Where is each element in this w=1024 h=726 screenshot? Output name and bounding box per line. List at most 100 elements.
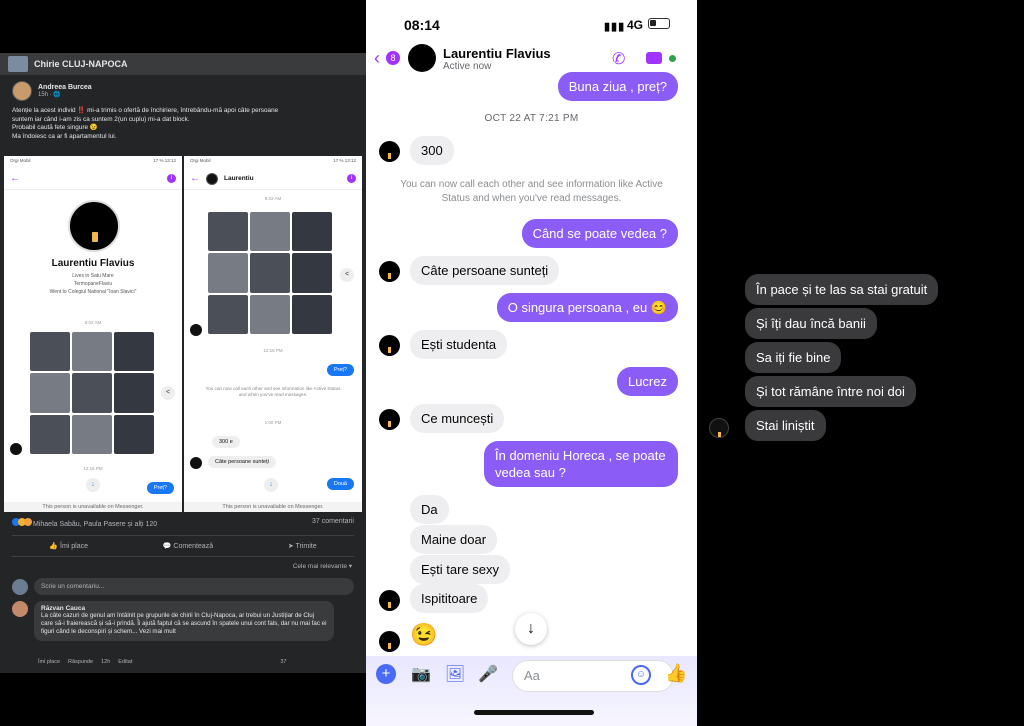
comment-meta: Îmi place Răspunde 12h Editat 37 [38, 659, 286, 665]
battery-icon [648, 18, 670, 29]
sender-avatar [10, 443, 22, 455]
plus-icon[interactable]: + [376, 664, 398, 686]
comment-button[interactable]: 💬 Comentează [163, 542, 213, 550]
message-in[interactable]: Ispititoare [410, 584, 489, 613]
home-indicator [474, 710, 594, 715]
comments-count[interactable]: 37 comentarii [312, 518, 354, 528]
share-icon[interactable]: < [161, 386, 175, 400]
post-actions: 👍 Îmi place 💬 Comentează ➤ Trimite [12, 535, 354, 557]
facebook-post-panel: Chirie CLUJ-NAPOCA Andreea Burcea 15h · … [0, 53, 366, 673]
date-separator: OCT 22 AT 7:21 PM [484, 113, 579, 124]
reactions-row: Mihaela Sabău, Paula Pasere și alți 120 … [12, 518, 354, 528]
share-button[interactable]: ➤ Trimite [288, 542, 317, 550]
sender-avatar[interactable] [379, 335, 400, 356]
message-out[interactable]: Când se poate vedea ? [521, 219, 678, 248]
chat-bar: ← Laurentiu i [184, 168, 362, 190]
camera-icon[interactable]: 📷 [410, 664, 432, 686]
dark-message[interactable]: Și îți dau încă banii [745, 308, 877, 339]
back-arrow-icon: ← [10, 173, 20, 184]
sender-avatar[interactable] [379, 141, 400, 162]
status-bar: Orgi Mobil 17 % 13:12 [10, 158, 176, 163]
scroll-down-icon[interactable]: ↓ [264, 478, 278, 492]
comment-react-count: 37 [280, 659, 287, 665]
reactions-summary[interactable]: Mihaela Sabău, Paula Pasere și alți 120 [12, 518, 157, 528]
like-button[interactable]: 👍 Îmi place [49, 542, 88, 550]
author-avatar[interactable] [12, 81, 32, 101]
contact-status: Active now [443, 61, 492, 72]
dark-message[interactable]: Și tot rămâne între noi doi [745, 376, 916, 407]
message-in[interactable]: Maine doar [410, 525, 498, 554]
contact-avatar[interactable] [408, 44, 436, 72]
message-emoji[interactable]: 😉 [410, 622, 437, 648]
sender-avatar[interactable] [379, 409, 400, 430]
comment-edited: Editat [118, 659, 133, 665]
back-arrow-icon[interactable]: ‹ [374, 49, 380, 67]
phone-call-icon[interactable]: ✆ [612, 49, 625, 69]
system-notice: You can now call each other and see info… [400, 179, 663, 204]
screenshot-profile[interactable]: Orgi Mobil 17 % 13:12 ← i Laurentiu Flav… [4, 156, 182, 512]
comment-reply-link[interactable]: Răspunde [68, 659, 93, 665]
profile-education: Went to Colegiul National "Ioan Slavici" [49, 289, 137, 295]
message-in[interactable]: Ce muncești [410, 404, 505, 433]
screenshot-chat[interactable]: Orgi Mobil 17 % 13:12 ← Laurentiu i 8:02… [184, 156, 362, 512]
dark-message[interactable]: În pace și te las sa stai gratuit [745, 274, 939, 305]
dark-message[interactable]: Stai liniștit [745, 410, 826, 441]
sender-avatar[interactable] [379, 631, 400, 652]
profile-name: Laurentiu Flavius [51, 258, 135, 269]
sender-avatar[interactable] [379, 261, 400, 282]
video-call-icon[interactable] [646, 52, 662, 64]
message-out[interactable]: Lucrez [616, 367, 678, 396]
message-out[interactable]: O singura persoana , eu 😊 [496, 293, 678, 322]
message-in[interactable]: Câte persoane sunteți [410, 256, 560, 285]
group-logo [8, 56, 28, 72]
group-name[interactable]: Chirie CLUJ-NAPOCA [34, 59, 128, 69]
thumbs-up-icon[interactable]: 👍 [665, 663, 687, 684]
sender-avatar [190, 457, 202, 469]
chat-bar: ← i [4, 168, 182, 190]
commenter-avatar[interactable] [12, 601, 28, 617]
scroll-down-icon[interactable]: ↓ [86, 478, 100, 492]
thumbs-up-icon: 👍 [49, 543, 61, 550]
wow-reaction-icon [24, 518, 32, 526]
author-name[interactable]: Andreea Burcea [38, 84, 92, 91]
gallery-icon[interactable]: 🖼 [444, 664, 466, 686]
apartment-photos[interactable] [30, 332, 154, 454]
user-avatar [12, 578, 28, 595]
network-type: 4G [627, 18, 644, 32]
signal-icon: ▮▮▮ [604, 21, 626, 33]
unread-badge[interactable]: 8 [386, 51, 400, 65]
post-time: 15h · 🌐 [38, 92, 61, 98]
microphone-icon[interactable]: 🎤 [477, 664, 499, 686]
post-images: Orgi Mobil 17 % 13:12 ← i Laurentiu Flav… [4, 156, 362, 512]
message-in[interactable]: 300 [410, 136, 454, 165]
message-out[interactable]: În domeniu Horeca , se poate vedea sau ? [484, 441, 678, 487]
commenter-name[interactable]: Răzvan Cauca [41, 605, 327, 612]
message-in[interactable]: Da [410, 495, 449, 524]
message-in[interactable]: Ești tare sexy [410, 555, 511, 584]
composite-screenshot: Chirie CLUJ-NAPOCA Andreea Burcea 15h · … [0, 0, 1024, 726]
contact-avatar [206, 172, 218, 185]
profile-work: TermopaneFlaviu [73, 281, 113, 287]
dark-message[interactable]: Sa iți fie bine [745, 342, 842, 373]
messenger-screenshot: 08:14 ▮▮▮ 4G ‹ 8 Laurentiu Flavius Activ… [366, 0, 697, 726]
comment-text: La câte cazuri de genul am întâlnit pe g… [41, 612, 327, 636]
emoji-icon[interactable]: ☺ [631, 665, 651, 685]
messenger-icon: ➤ [287, 543, 296, 550]
sender-avatar[interactable] [379, 590, 400, 611]
message-out[interactable]: Buna ziua , preț? [557, 72, 678, 101]
sender-avatar[interactable] [709, 418, 729, 438]
comment-like-link[interactable]: Îmi place [38, 659, 60, 665]
scroll-down-icon[interactable]: ↓ [515, 613, 547, 645]
composer-bar: + 📷 🖼 🎤 Aa ☺ 👍 [366, 656, 697, 726]
globe-icon: 🌐 [53, 92, 61, 98]
group-header[interactable]: Chirie CLUJ-NAPOCA [0, 53, 366, 75]
reaction-icons [12, 518, 32, 526]
share-icon[interactable]: < [340, 268, 354, 282]
profile-picture [68, 200, 120, 252]
comment-input[interactable]: Scrie un comentariu... [34, 578, 354, 595]
apartment-photos[interactable] [208, 212, 332, 334]
contact-name[interactable]: Laurentiu Flavius [443, 46, 551, 61]
status-bar: 08:14 ▮▮▮ 4G [366, 0, 697, 44]
comment-sort-dropdown[interactable]: Cele mai relevante ▾ [293, 562, 352, 570]
message-in[interactable]: Ești studenta [410, 330, 508, 359]
